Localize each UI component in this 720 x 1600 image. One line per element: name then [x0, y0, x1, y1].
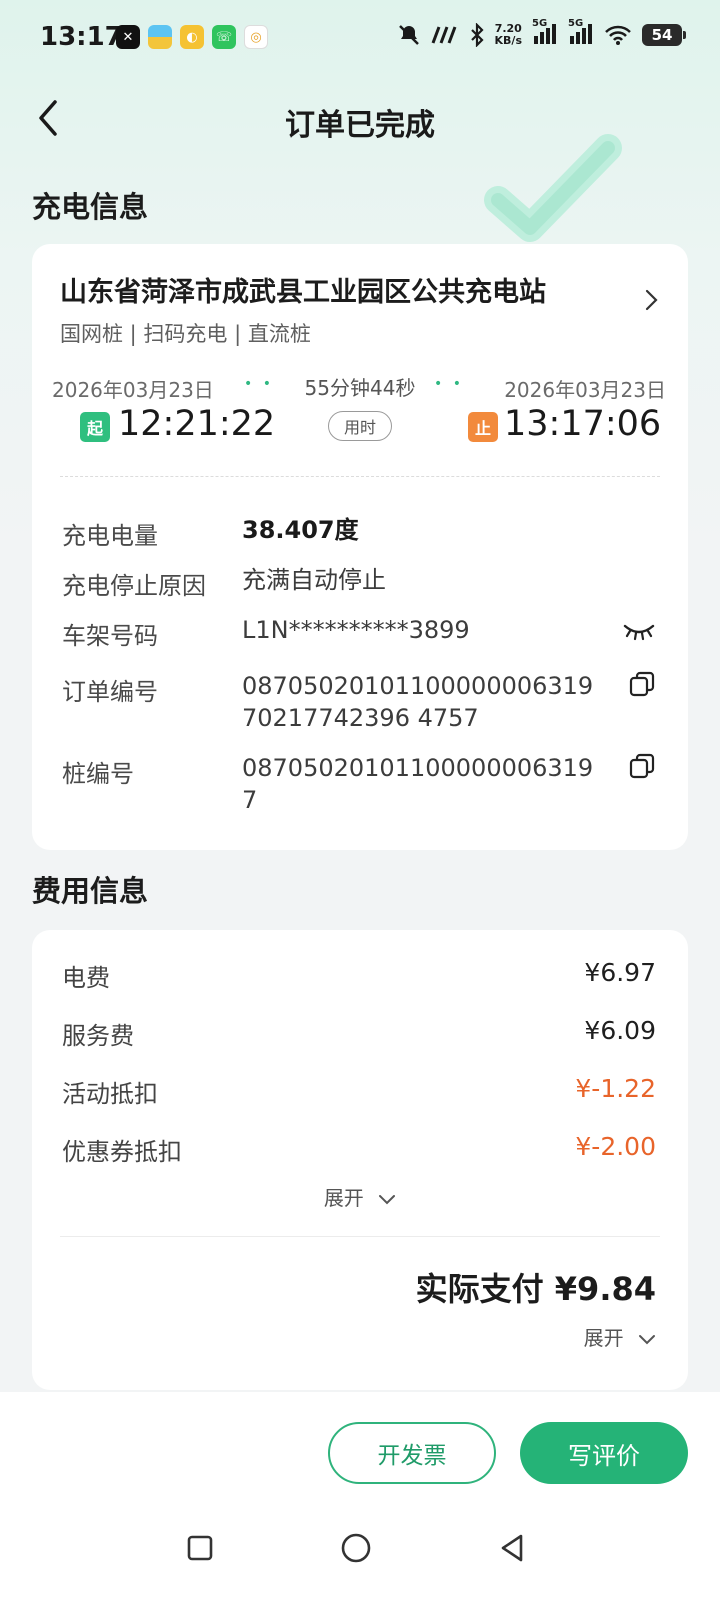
order-number-label: 订单编号: [62, 678, 158, 706]
vin-value: L1N**********3899: [242, 616, 470, 644]
used-time-pill: 用时: [328, 411, 392, 441]
home-button[interactable]: [336, 1528, 376, 1568]
start-badge: 起: [80, 412, 110, 442]
fee-expand-toggle[interactable]: 展开: [32, 1182, 688, 1211]
activity-discount-value: ¥-1.22: [575, 1074, 656, 1103]
electricity-fee-label: 电费: [62, 964, 110, 992]
bluetooth-icon: [470, 23, 484, 47]
completed-check-icon: [484, 134, 622, 242]
energy-value: 38.407度: [242, 516, 359, 544]
station-tags: 国网桩 | 扫码充电 | 直流桩: [60, 322, 311, 346]
fee-info-card: 电费 ¥6.97 服务费 ¥6.09 活动抵扣 ¥-1.22 优惠券抵扣 ¥-2…: [32, 930, 688, 1390]
eye-closed-icon[interactable]: [622, 620, 656, 642]
actual-payment: 实际支付 ¥9.84: [416, 1264, 656, 1310]
review-button[interactable]: 写评价: [520, 1422, 688, 1484]
station-name: 山东省菏泽市成武县工业园区公共充电站: [60, 277, 546, 308]
copy-icon[interactable]: [628, 670, 656, 698]
network-speed: 7.20 KB/s: [494, 22, 522, 47]
pile-number-value: 08705020101100000006319 7: [242, 754, 594, 814]
divider: [60, 1236, 660, 1237]
total-expand-toggle[interactable]: 展开: [584, 1322, 656, 1351]
signal-5g-2: 5G: [568, 18, 594, 48]
expand-label: 展开: [583, 1326, 624, 1350]
notification-icons: ✕ ◐ ☏ ◎: [116, 25, 268, 49]
service-fee-label: 服务费: [62, 1022, 134, 1050]
pile-number-label: 桩编号: [62, 760, 134, 788]
coin-app-icon: ◐: [180, 25, 204, 49]
expand-label: 展开: [323, 1186, 364, 1210]
start-time: 12:21:22: [118, 404, 276, 444]
status-time: 13:17: [40, 22, 123, 52]
wifi-icon: [605, 25, 631, 45]
copy-icon[interactable]: [628, 752, 656, 780]
end-time: 13:17:06: [504, 404, 662, 444]
activity-discount-label: 活动抵扣: [62, 1080, 158, 1108]
bottom-action-bar: 开发票 写评价: [0, 1392, 720, 1600]
order-number-value: 08705020101100000006319 70217742396 4757: [242, 672, 594, 732]
divider: [60, 476, 660, 477]
phone-app-icon: ☏: [212, 25, 236, 49]
system-icons: 7.20 KB/s 5G 5G 54: [397, 18, 686, 48]
end-date: 2026年03月23日: [504, 378, 666, 402]
stop-reason-value: 充满自动停止: [242, 566, 386, 594]
fee-info-title: 费用信息: [32, 874, 149, 908]
chevron-down-icon: [379, 1195, 396, 1205]
status-bar: 13:17 ✕ ◐ ☏ ◎ 7.20 KB/s 5G 5G 54: [0, 0, 720, 76]
taobao-icon: ◎: [244, 25, 268, 49]
coupon-discount-value: ¥-2.00: [575, 1132, 656, 1161]
system-nav-bar: [0, 1512, 720, 1584]
invoice-button[interactable]: 开发票: [328, 1422, 496, 1484]
electricity-fee-value: ¥6.97: [584, 958, 656, 987]
circle-icon: [341, 1533, 371, 1563]
nfc-icon: [431, 26, 456, 44]
coupon-discount-label: 优惠券抵扣: [62, 1138, 182, 1166]
energy-label: 充电电量: [62, 522, 158, 550]
signal-5g-1: 5G: [532, 18, 558, 48]
vin-label: 车架号码: [62, 622, 158, 650]
wallet-icon: [148, 25, 172, 49]
recent-apps-button[interactable]: [180, 1528, 220, 1568]
back-nav-button[interactable]: [492, 1528, 532, 1568]
stop-reason-label: 充电停止原因: [62, 572, 206, 600]
chevron-right-icon: [645, 289, 658, 311]
charge-info-title: 充电信息: [32, 190, 149, 224]
chevron-down-icon: [639, 1335, 655, 1345]
triangle-back-icon: [501, 1534, 523, 1562]
capcut-icon: ✕: [116, 25, 140, 49]
battery-indicator: 54: [642, 24, 686, 46]
square-icon: [187, 1535, 213, 1561]
service-fee-value: ¥6.09: [584, 1016, 656, 1045]
total-label: 实际支付: [415, 1270, 544, 1308]
stop-badge: 止: [468, 412, 498, 442]
mute-bell-icon: [398, 25, 419, 45]
dots-right: • •: [434, 376, 464, 392]
charge-info-card: 山东省菏泽市成武县工业园区公共充电站 国网桩 | 扫码充电 | 直流桩 2026…: [32, 244, 688, 850]
total-value: ¥9.84: [554, 1270, 656, 1308]
